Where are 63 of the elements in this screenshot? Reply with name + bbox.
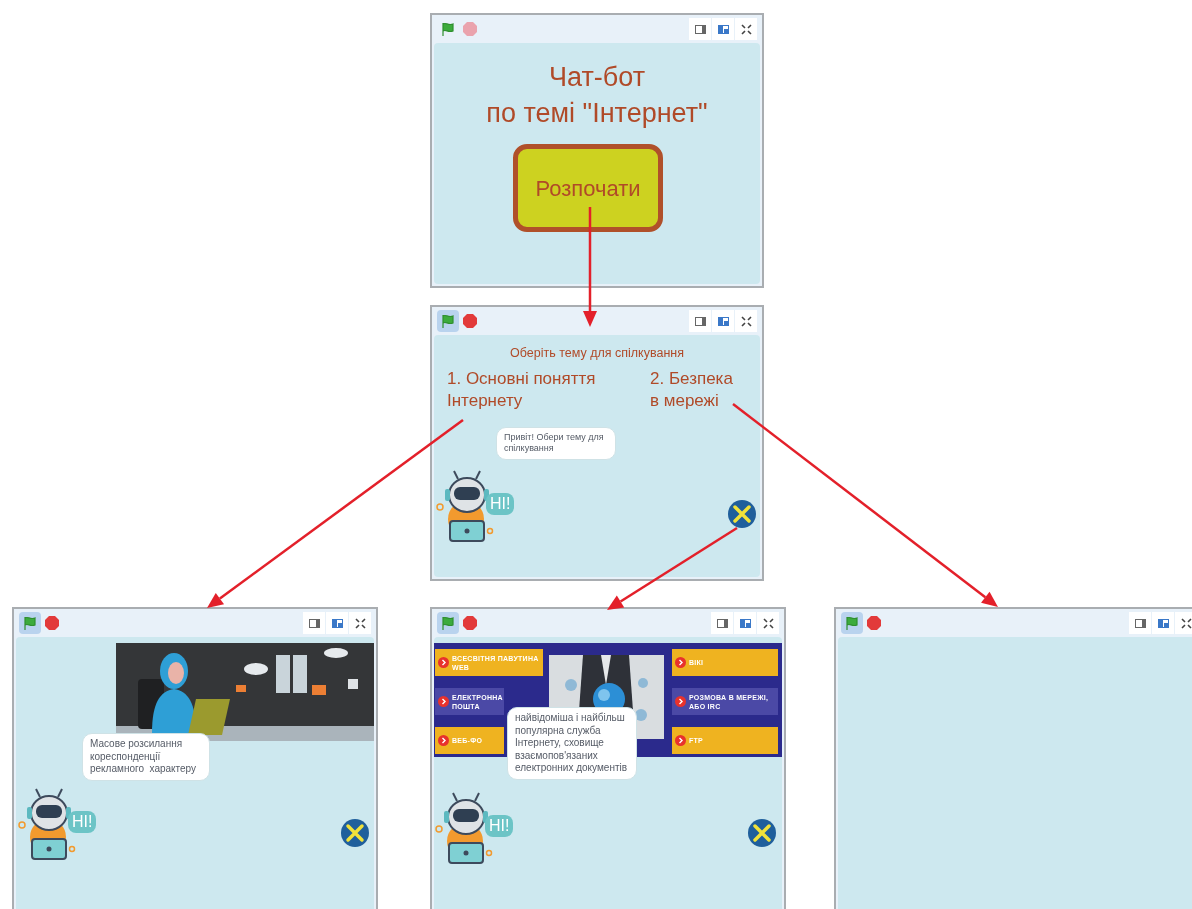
close-icon[interactable] [747,818,777,848]
small-stage-button[interactable] [711,612,733,634]
fullscreen-button[interactable] [1175,612,1192,634]
small-stage-icon [694,316,706,326]
run-button[interactable] [19,612,41,634]
normal-stage-icon [717,316,729,326]
normal-stage-button[interactable] [734,612,756,634]
speech-bubble: Привіт! Обери тему для спілкування [496,427,616,460]
stop-icon[interactable] [462,313,478,329]
small-stage-icon [694,24,706,34]
normal-stage-button[interactable] [712,310,734,332]
small-stage-icon [308,618,320,628]
fullscreen-icon [762,617,774,629]
greeting-bubble: HI! [485,815,514,837]
run-button[interactable] [437,612,459,634]
stop-icon[interactable] [866,615,882,631]
fullscreen-button[interactable] [349,612,371,634]
normal-stage-button[interactable] [712,18,734,40]
run-button[interactable] [841,612,863,634]
heading-text: Оберіть тему для спілкування [509,345,685,362]
small-stage-button[interactable] [689,310,711,332]
title-text: Чат-бот по темі "Інтернет" [485,61,709,130]
flag-icon [441,22,455,36]
normal-stage-button[interactable] [326,612,348,634]
fullscreen-button[interactable] [735,18,757,40]
fullscreen-button[interactable] [757,612,779,634]
fullscreen-icon [1180,617,1192,629]
start-button[interactable]: Розпочати [513,144,663,232]
normal-stage-icon [717,24,729,34]
flag-icon [23,616,37,630]
fullscreen-button[interactable] [735,310,757,332]
fullscreen-icon [740,23,752,35]
normal-stage-icon [331,618,343,628]
small-stage-button[interactable] [689,18,711,40]
chevron-icon [675,696,686,707]
close-icon[interactable] [340,818,370,848]
greeting-bubble: HI! [68,811,97,833]
close-icon[interactable] [727,499,757,529]
run-button[interactable] [437,310,459,332]
topic-option[interactable]: 2. Безпека в мережі [650,368,733,412]
chevron-icon [675,657,686,668]
speech-bubble: найвідоміша і найбільш популярна служба Інтернету, сховище взаємопов'язаних електронних документів [507,707,637,780]
chevron-icon [438,735,449,746]
normal-stage-icon [1157,618,1169,628]
flag-icon [845,616,859,630]
flag-icon [441,616,455,630]
greeting-bubble: HI! [486,493,515,515]
small-stage-icon [716,618,728,628]
stop-icon[interactable] [44,615,60,631]
chevron-icon [675,735,686,746]
small-stage-button[interactable] [1129,612,1151,634]
chevron-icon [438,696,449,707]
speech-bubble: Масове розсилання кореспонденції рекламного характеру [82,733,210,781]
chevron-icon [438,657,449,668]
topic-option[interactable]: 1. Основні поняття Інтернету [447,368,596,412]
flag-icon [441,314,455,328]
fullscreen-icon [354,617,366,629]
small-stage-icon [1134,618,1146,628]
normal-stage-button[interactable] [1152,612,1174,634]
stop-icon[interactable] [462,615,478,631]
small-stage-button[interactable] [303,612,325,634]
fullscreen-icon [740,315,752,327]
normal-stage-icon [739,618,751,628]
